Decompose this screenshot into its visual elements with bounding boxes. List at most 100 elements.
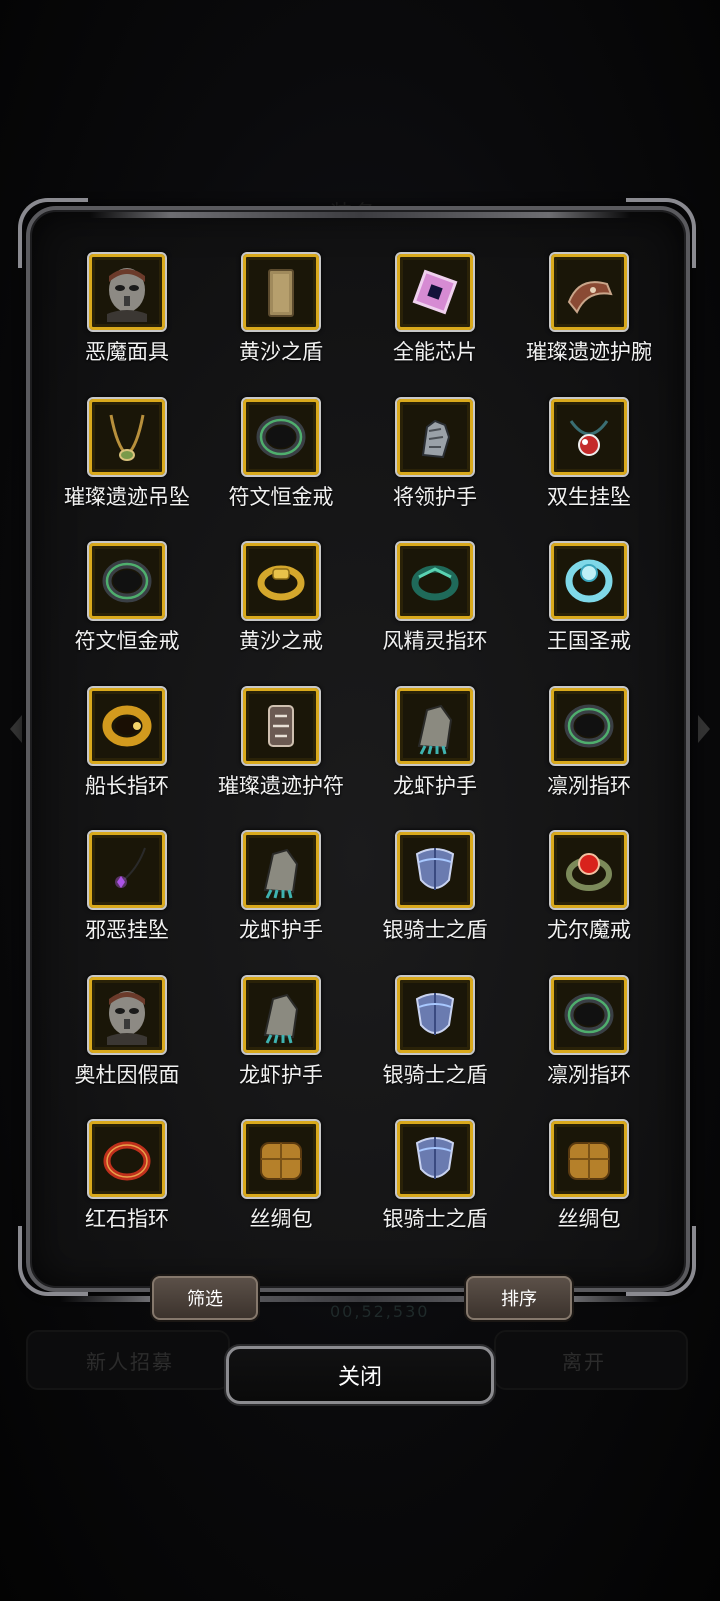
item-cell[interactable]: 凛冽指环 <box>512 974 666 1120</box>
gold-ring-icon <box>257 565 305 601</box>
item-cell[interactable]: 龙虾护手 <box>204 830 358 975</box>
item-slot[interactable] <box>241 974 321 1055</box>
item-name: 黄沙之盾 <box>239 340 323 364</box>
item-slot[interactable] <box>395 1119 475 1199</box>
ring-icon <box>564 993 614 1036</box>
blue-ring-icon <box>565 559 613 603</box>
item-name: 银骑士之盾 <box>382 1207 488 1231</box>
item-slot[interactable] <box>87 252 167 332</box>
filter-button[interactable]: 筛选 <box>152 1276 258 1320</box>
item-cell[interactable]: 璀璨遗迹护腕 <box>512 252 666 397</box>
sand-shield-icon <box>268 269 294 317</box>
item-name: 红石指环 <box>85 1207 169 1231</box>
item-slot[interactable] <box>549 830 629 910</box>
item-name: 船长指环 <box>85 773 169 798</box>
item-cell[interactable]: 符文恒金戒 <box>50 541 204 686</box>
item-slot[interactable] <box>87 830 167 910</box>
item-cell[interactable]: 风精灵指环 <box>358 541 512 686</box>
item-name: 将领护手 <box>393 484 477 509</box>
background-currency: 00,52,530 <box>330 1302 430 1321</box>
item-slot[interactable] <box>241 541 321 621</box>
close-button[interactable]: 关闭 <box>226 1346 494 1404</box>
item-cell[interactable]: 璀璨遗迹吊坠 <box>50 396 204 542</box>
item-cell[interactable]: 全能芯片 <box>358 252 512 397</box>
item-slot[interactable] <box>87 1119 167 1199</box>
item-cell[interactable]: 恶魔面具 <box>50 252 204 397</box>
item-slot[interactable] <box>395 396 475 477</box>
item-slot[interactable] <box>87 396 167 477</box>
item-slot[interactable] <box>241 685 321 766</box>
item-cell[interactable]: 黄沙之盾 <box>204 252 358 397</box>
item-name: 凛冽指环 <box>547 1062 631 1087</box>
item-slot[interactable] <box>549 252 629 332</box>
item-slot[interactable] <box>549 685 629 766</box>
amulet-icon <box>268 704 294 747</box>
item-name: 丝绸包 <box>557 1207 621 1231</box>
green-ring-icon <box>411 565 459 601</box>
bracer-icon <box>567 281 613 314</box>
item-slot[interactable] <box>241 1119 321 1199</box>
demon-mask-icon <box>107 268 147 322</box>
item-name: 凛冽指环 <box>547 773 631 798</box>
item-slot[interactable] <box>549 396 629 477</box>
red-gem-ring-icon <box>566 853 612 891</box>
item-cell[interactable]: 丝绸包 <box>204 1119 358 1264</box>
item-name: 王国圣戒 <box>547 629 631 653</box>
item-cell[interactable]: 丝绸包 <box>512 1119 666 1264</box>
item-cell[interactable]: 璀璨遗迹护符 <box>204 685 358 831</box>
item-cell[interactable]: 龙虾护手 <box>204 974 358 1120</box>
item-slot[interactable] <box>87 974 167 1055</box>
item-name: 全能芯片 <box>393 340 477 364</box>
item-cell[interactable]: 邪恶挂坠 <box>50 830 204 975</box>
gauntlet-icon <box>421 419 451 458</box>
item-name: 恶魔面具 <box>85 340 169 364</box>
item-name: 尤尔魔戒 <box>547 918 631 942</box>
item-slot[interactable] <box>549 974 629 1055</box>
item-cell[interactable]: 黄沙之戒 <box>204 541 358 686</box>
item-slot[interactable] <box>395 974 475 1055</box>
item-cell[interactable]: 将领护手 <box>358 396 512 542</box>
item-cell[interactable]: 奥杜因假面 <box>50 974 204 1120</box>
item-name: 龙虾护手 <box>239 1062 323 1087</box>
item-cell[interactable]: 红石指环 <box>50 1119 204 1264</box>
page-left-arrow-icon <box>10 715 22 743</box>
item-name: 奥杜因假面 <box>74 1062 180 1087</box>
sort-button[interactable]: 排序 <box>466 1276 572 1320</box>
claw-gauntlet-icon <box>417 704 453 755</box>
item-slot[interactable] <box>241 396 321 477</box>
item-slot[interactable] <box>549 541 629 621</box>
item-slot[interactable] <box>395 685 475 766</box>
item-cell[interactable]: 王国圣戒 <box>512 541 666 686</box>
item-cell[interactable]: 银骑士之盾 <box>358 1119 512 1264</box>
ring-icon <box>564 704 614 747</box>
knight-shield-icon <box>415 1137 455 1179</box>
item-cell[interactable]: 船长指环 <box>50 685 204 831</box>
item-slot[interactable] <box>87 685 167 766</box>
item-slot[interactable] <box>241 830 321 910</box>
item-name: 黄沙之戒 <box>239 629 323 653</box>
item-cell[interactable]: 银骑士之盾 <box>358 974 512 1120</box>
item-name: 邪恶挂坠 <box>85 918 169 942</box>
silk-bag-icon <box>568 1142 610 1180</box>
item-cell[interactable]: 凛冽指环 <box>512 685 666 831</box>
item-name: 璀璨遗迹吊坠 <box>64 484 190 509</box>
item-slot[interactable] <box>87 541 167 621</box>
item-slot[interactable] <box>395 252 475 332</box>
item-slot[interactable] <box>549 1119 629 1199</box>
item-slot[interactable] <box>395 830 475 910</box>
item-cell[interactable]: 符文恒金戒 <box>204 396 358 542</box>
item-name: 风精灵指环 <box>382 629 488 653</box>
ring-icon <box>256 415 306 458</box>
item-cell[interactable]: 尤尔魔戒 <box>512 830 666 975</box>
item-name: 双生挂坠 <box>547 484 631 509</box>
item-cell[interactable]: 龙虾护手 <box>358 685 512 831</box>
item-slot[interactable] <box>241 252 321 332</box>
demon-mask-icon <box>107 990 147 1045</box>
item-cell[interactable]: 双生挂坠 <box>512 396 666 542</box>
background-leave-label: 离开 <box>562 1350 606 1374</box>
captain-ring-icon <box>102 705 152 746</box>
twin-pendant-icon <box>569 419 609 456</box>
item-slot[interactable] <box>395 541 475 621</box>
item-cell[interactable]: 银骑士之盾 <box>358 830 512 975</box>
item-name: 龙虾护手 <box>239 918 323 942</box>
